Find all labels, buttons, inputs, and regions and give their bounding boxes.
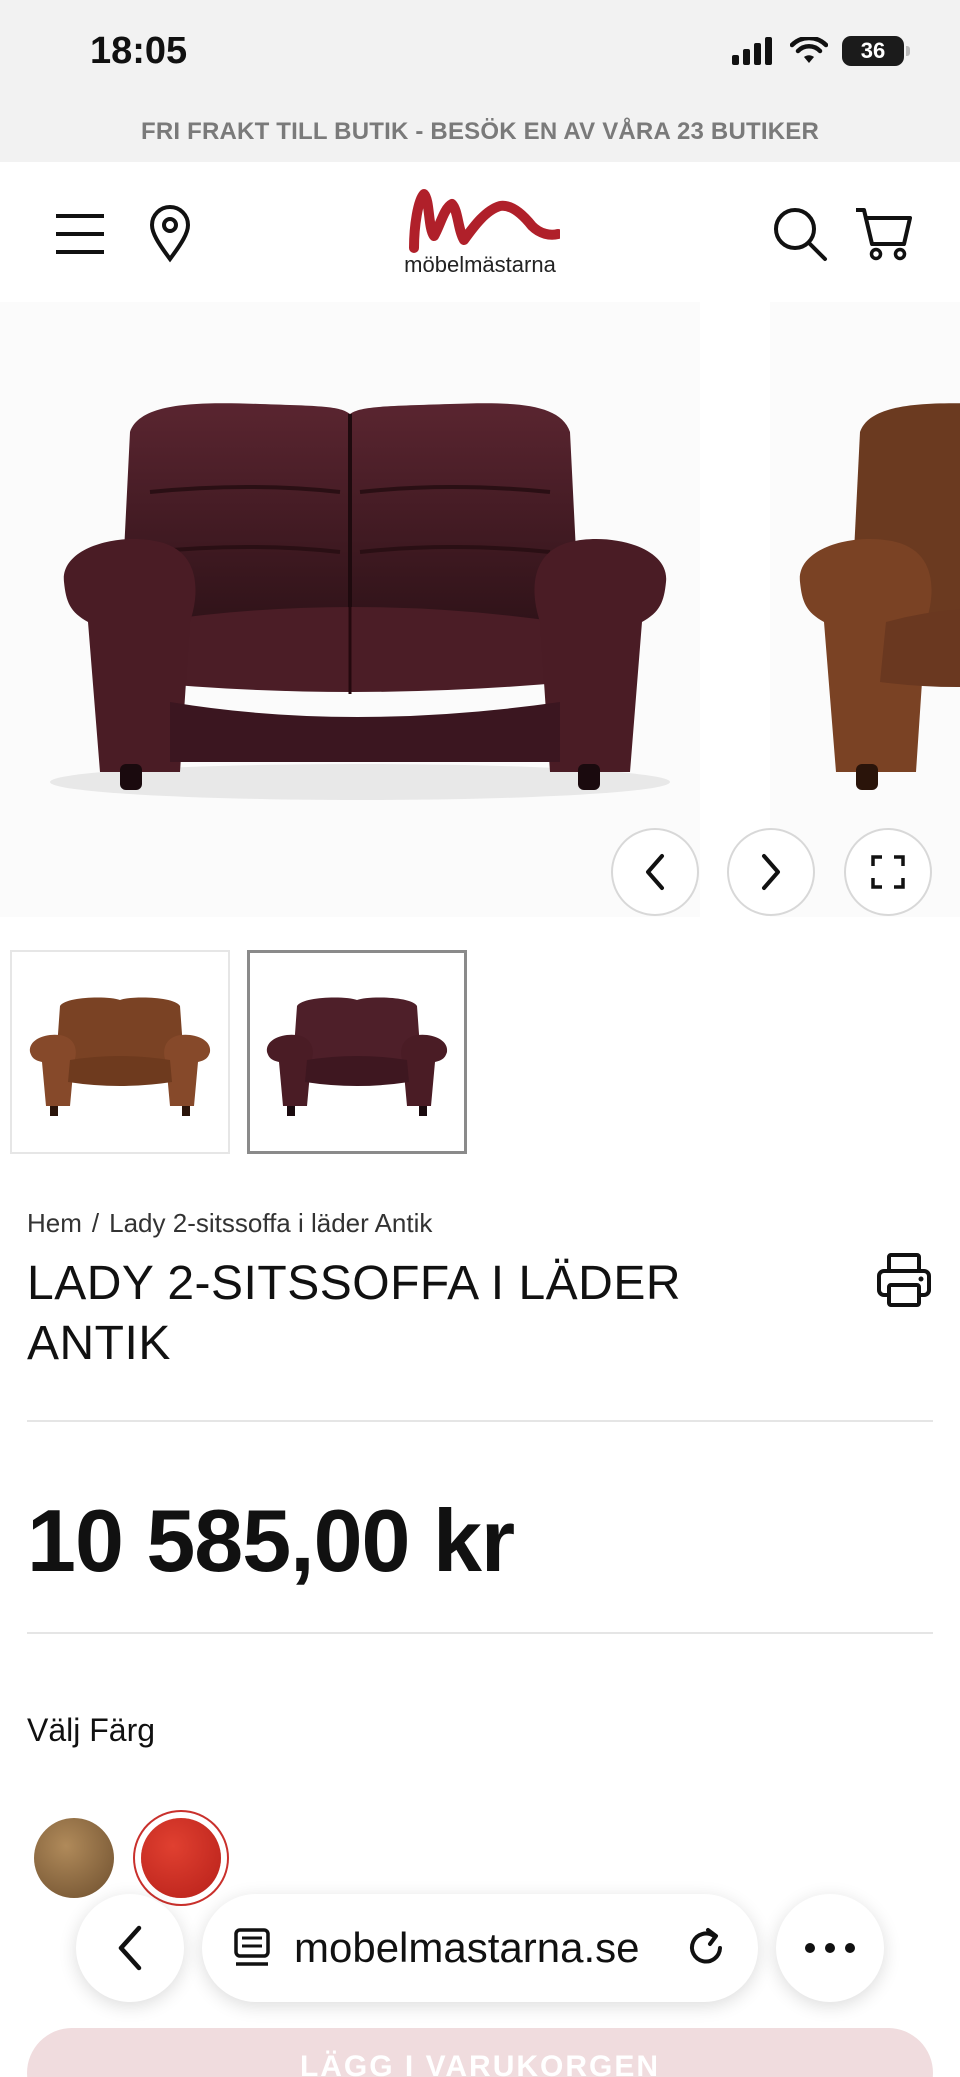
search-button[interactable] <box>768 202 832 266</box>
sofa-image-brown <box>799 403 960 790</box>
thumbnail-brown[interactable] <box>10 950 230 1154</box>
breadcrumb-separator: / <box>91 1208 100 1238</box>
product-title: LADY 2-SITSSOFFA I LÄDER ANTIK <box>27 1257 681 1370</box>
thumbnail-burgundy[interactable] <box>247 950 467 1154</box>
reader-icon <box>234 1928 270 1966</box>
breadcrumb-current: Lady 2-sitssoffa i läder Antik <box>109 1208 433 1238</box>
breadcrumb: Hem / Lady 2-sitssoffa i läder Antik <box>27 1208 432 1239</box>
sofa-image <box>50 403 670 800</box>
location-pin-icon <box>149 205 191 263</box>
divider-top <box>27 1420 933 1422</box>
cart-icon <box>856 208 912 261</box>
more-icon <box>805 1943 855 1953</box>
sofa-thumbnail-brown <box>29 997 211 1116</box>
chevron-left-icon <box>646 854 664 890</box>
sofa-thumbnail-burgundy <box>266 997 448 1116</box>
add-to-cart-label: LÄGG I VARUKORGEN <box>299 2050 661 2077</box>
reload-icon[interactable] <box>684 1926 728 1970</box>
address-bar[interactable]: mobelmastarna.se <box>202 1894 758 2002</box>
gallery-fullscreen-button[interactable] <box>844 828 932 916</box>
site-header: möbelmästarna <box>0 162 960 302</box>
browser-toolbar: mobelmastarna.se <box>0 1880 960 2020</box>
gallery-next-button[interactable] <box>727 828 815 916</box>
product-gallery[interactable] <box>0 302 960 917</box>
gallery-prev-button[interactable] <box>611 828 699 916</box>
search-icon <box>774 208 827 261</box>
logo-text: möbelmästarna <box>404 252 556 277</box>
address-url[interactable]: mobelmastarna.se <box>294 1924 662 1972</box>
status-icons: 36 <box>732 36 910 66</box>
site-logo[interactable]: möbelmästarna <box>390 186 570 286</box>
back-icon <box>118 1925 142 1971</box>
status-bar: 18:05 36 <box>0 0 960 110</box>
divider-bottom <box>27 1632 933 1634</box>
product-price: 10 585,00 kr <box>27 1491 515 1590</box>
store-locator-button[interactable] <box>138 202 202 266</box>
status-time: 18:05 <box>90 30 188 72</box>
battery-icon: 36 <box>842 36 910 66</box>
add-to-cart-button[interactable]: LÄGG I VARUKORGEN <box>27 2028 933 2077</box>
printer-icon <box>877 1253 931 1307</box>
promo-banner[interactable]: FRI FRAKT TILL BUTIK - BESÖK EN AV VÅRA … <box>0 110 960 162</box>
signal-icon <box>732 37 772 65</box>
product-image-main[interactable] <box>0 302 700 917</box>
browser-more-button[interactable] <box>776 1894 884 2002</box>
color-label: Välj Färg <box>27 1712 156 1748</box>
browser-back-button[interactable] <box>76 1894 184 2002</box>
breadcrumb-home[interactable]: Hem <box>27 1208 82 1239</box>
print-button[interactable] <box>872 1248 936 1312</box>
menu-button[interactable] <box>48 202 112 266</box>
menu-icon <box>56 214 104 254</box>
cart-button[interactable] <box>852 202 916 266</box>
fullscreen-icon <box>871 855 905 889</box>
logo-mark-icon <box>409 189 563 253</box>
wifi-icon <box>790 37 828 63</box>
chevron-right-icon <box>762 854 780 890</box>
thumbnail-strip <box>10 950 467 1154</box>
product-image-next[interactable] <box>770 302 960 917</box>
